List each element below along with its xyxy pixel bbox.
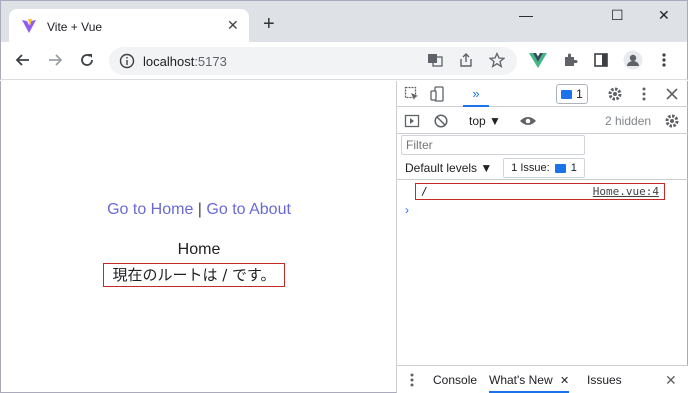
devtools-menu-icon[interactable]: [635, 85, 653, 103]
maximize-icon[interactable]: ☐: [611, 7, 624, 24]
translate-icon[interactable]: [425, 50, 445, 70]
page-heading: Home: [177, 241, 221, 258]
whats-new-close-icon[interactable]: ✕: [560, 375, 569, 387]
message-bubble-icon: [561, 89, 573, 99]
share-icon[interactable]: [456, 50, 476, 70]
sidebar-toggle-icon[interactable]: [403, 112, 421, 130]
console-levels-row: Default levels ▼ 1 Issue: 1: [397, 156, 688, 180]
drawer-menu-icon[interactable]: [403, 371, 421, 389]
vue-devtools-icon[interactable]: [528, 50, 548, 70]
url-text: localhost:5173: [143, 54, 227, 69]
devtools-panel: » 1 top ▼ 2 hidden Default l: [396, 81, 688, 393]
tab-strip: Vite + Vue ✕ + — ☐ ✕: [0, 0, 688, 43]
log-source-link[interactable]: Home.vue:4: [593, 185, 659, 198]
nav-separator: |: [197, 201, 202, 218]
messages-badge[interactable]: 1: [556, 84, 588, 104]
minimize-icon[interactable]: —: [519, 7, 533, 23]
vite-logo-icon: [22, 19, 36, 33]
drawer-tab-whats-new[interactable]: What's New ✕: [489, 373, 570, 393]
browser-menu-icon[interactable]: [654, 50, 674, 70]
tab-title: Vite + Vue: [47, 20, 103, 34]
extensions-icon[interactable]: [560, 50, 580, 70]
issue-label: 1 Issue:: [511, 162, 550, 174]
drawer-tab-console[interactable]: Console: [433, 373, 477, 387]
device-toolbar-icon[interactable]: [429, 85, 447, 103]
settings-gear-icon[interactable]: [606, 85, 624, 103]
messages-count: 1: [576, 87, 583, 101]
clear-console-icon[interactable]: [432, 112, 450, 130]
console-toolbar: top ▼ 2 hidden: [397, 108, 688, 134]
console-log-entry: / Home.vue:4: [415, 183, 665, 200]
live-expression-eye-icon[interactable]: [519, 112, 537, 130]
more-panels-icon[interactable]: »: [463, 81, 489, 107]
nav-link-about[interactable]: Go to About: [206, 201, 291, 218]
new-tab-button[interactable]: +: [263, 14, 275, 34]
site-info-icon[interactable]: [119, 53, 135, 69]
devtools-close-icon[interactable]: [663, 85, 681, 103]
forward-icon[interactable]: [45, 50, 65, 70]
tab-close-icon[interactable]: ✕: [227, 17, 239, 33]
issue-count: 1: [570, 162, 577, 174]
url-port: :5173: [194, 54, 227, 69]
context-selector[interactable]: top ▼: [469, 114, 501, 128]
url-host: localhost: [143, 54, 195, 69]
nav-link-home[interactable]: Go to Home: [107, 201, 193, 218]
drawer-close-icon[interactable]: ✕: [665, 372, 677, 389]
page-viewport: Go to Home | Go to About Home 現在のルートは / …: [0, 81, 396, 393]
drawer-tab-issues[interactable]: Issues: [587, 373, 622, 387]
issue-bubble-icon: [554, 163, 566, 173]
inspect-element-icon[interactable]: [403, 85, 421, 103]
route-message: 現在のルートは / です。: [103, 263, 285, 287]
router-nav: Go to Home | Go to About: [1, 201, 397, 219]
window-close-icon[interactable]: ✕: [658, 7, 670, 24]
console-prompt-icon[interactable]: ›: [405, 203, 409, 217]
log-value: /: [421, 185, 428, 198]
whats-new-label: What's New: [489, 373, 553, 387]
profile-avatar-icon[interactable]: [623, 50, 643, 70]
default-levels-dropdown[interactable]: Default levels ▼: [405, 161, 492, 175]
back-icon[interactable]: [13, 50, 33, 70]
issues-button[interactable]: 1 Issue: 1: [503, 158, 585, 178]
side-panel-icon[interactable]: [591, 50, 611, 70]
bookmark-star-icon[interactable]: [487, 50, 507, 70]
hidden-messages-count: 2 hidden: [605, 114, 652, 128]
console-filter-input[interactable]: [401, 135, 585, 155]
devtools-main-toolbar: » 1: [397, 81, 688, 107]
reload-icon[interactable]: [77, 50, 97, 70]
browser-tab[interactable]: Vite + Vue ✕: [9, 9, 249, 43]
devtools-drawer: Console What's New ✕ Issues ✕: [397, 365, 688, 393]
browser-toolbar: localhost:5173: [0, 42, 688, 80]
console-settings-gear-icon[interactable]: [663, 112, 681, 130]
